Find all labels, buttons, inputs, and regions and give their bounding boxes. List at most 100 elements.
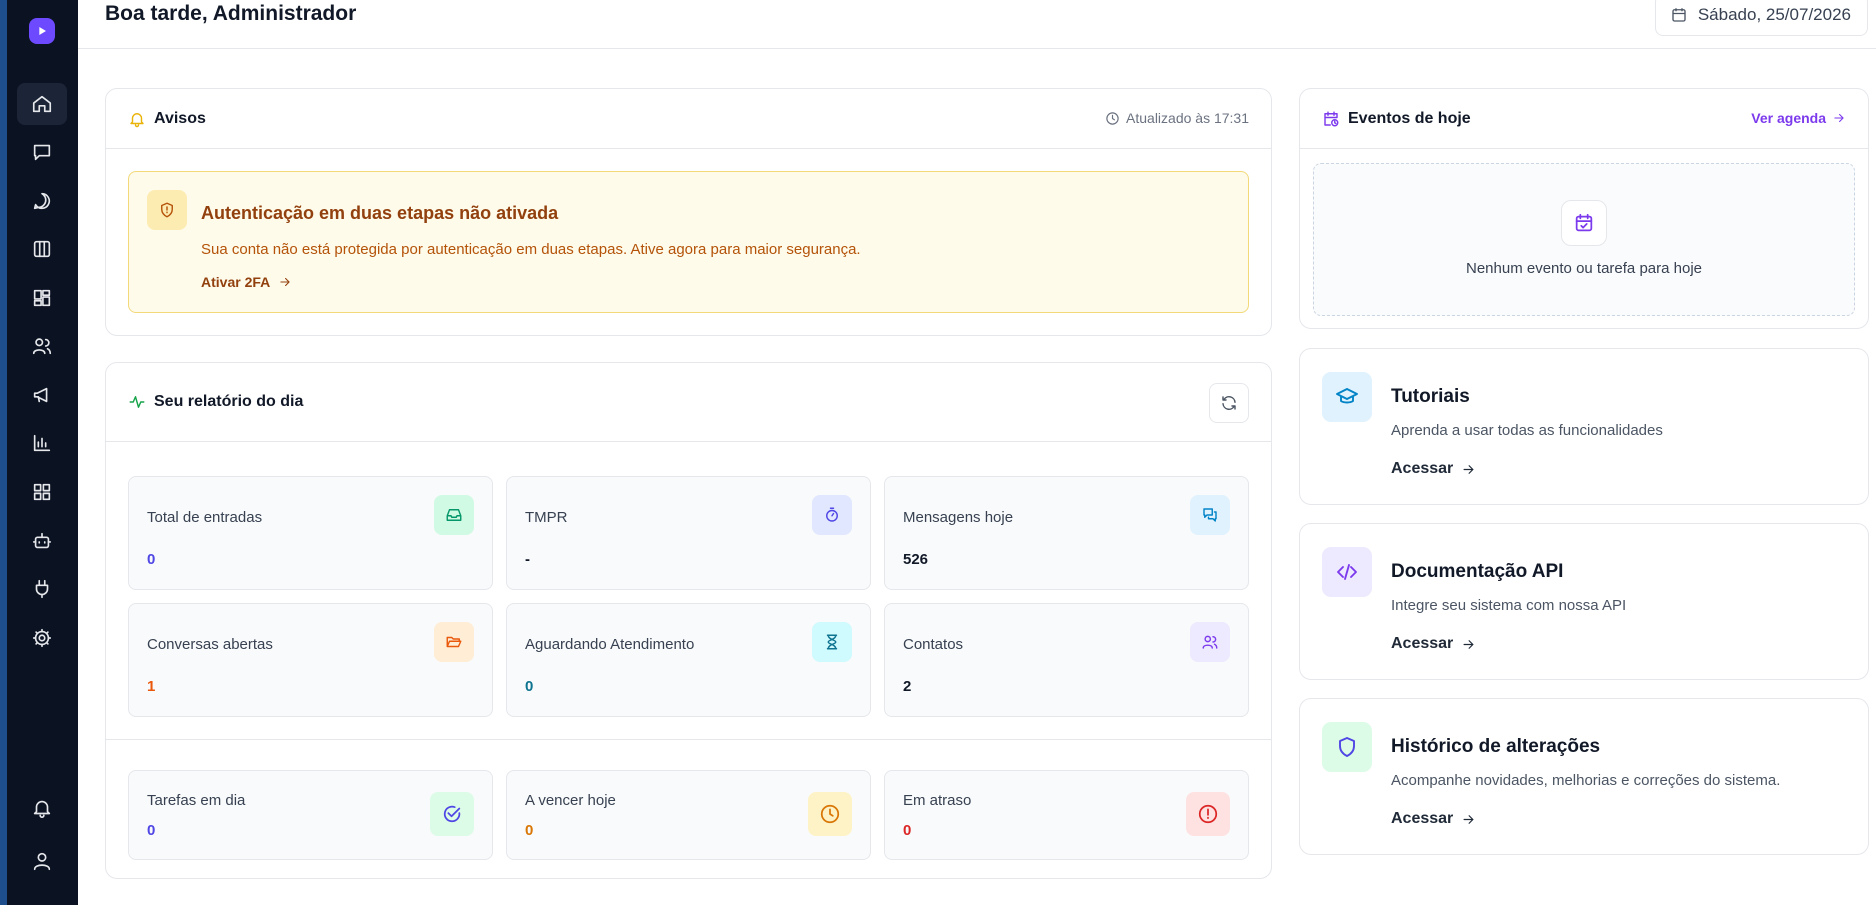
report-title: Seu relatório do dia (154, 393, 304, 410)
stat-label: Tarefas em dia (147, 792, 246, 809)
stat-label: Aguardando Atendimento (525, 636, 695, 653)
sidebar-item-contacts[interactable] (17, 325, 67, 367)
clock-icon (820, 804, 840, 824)
api-docs-title: Documentação API (1391, 561, 1564, 582)
api-docs-access-link[interactable]: Acessar (1391, 635, 1476, 653)
sidebar-item-dashboard[interactable] (17, 277, 67, 319)
stat-icon-box (812, 622, 852, 662)
users-icon (32, 338, 52, 355)
sidebar (0, 0, 78, 905)
stat-icon-box (1190, 622, 1230, 662)
shield-icon (1339, 737, 1355, 757)
shield-alert-icon (161, 202, 173, 218)
date-chip[interactable]: Sábado, 25/07/2026 (1654, 0, 1868, 36)
sidebar-item-chat[interactable] (17, 180, 67, 222)
api-docs-desc: Integre seu sistema com nossa API (1391, 597, 1627, 614)
sidebar-item-bots[interactable] (17, 520, 67, 562)
stat-overdue: Em atraso 0 (884, 770, 1249, 860)
sidebar-item-kanban[interactable] (17, 228, 67, 270)
sidebar-item-reports[interactable] (17, 422, 67, 464)
lc-icon-box (1322, 547, 1372, 597)
app-logo[interactable] (29, 18, 55, 44)
apps-grid-icon (33, 483, 51, 501)
sidebar-profile[interactable] (17, 840, 67, 882)
empty-events-text: Nenhum evento ou tarefa para hoje (1466, 260, 1702, 277)
sidebar-item-campaigns[interactable] (17, 374, 67, 416)
tutorials-card: Tutoriais Aprenda a usar todas as funcio… (1299, 348, 1869, 505)
plug-icon (35, 579, 49, 599)
stat-value: 0 (903, 822, 912, 839)
enable-2fa-label: Ativar 2FA (201, 274, 271, 290)
stat-icon-box (1190, 495, 1230, 535)
stat-label: Total de entradas (147, 509, 263, 526)
tutorials-access-link[interactable]: Acessar (1391, 460, 1476, 478)
page-title: Boa tarde, Administrador (105, 2, 357, 25)
view-agenda-link[interactable]: Ver agenda (1751, 110, 1846, 126)
chat-bubble-icon (33, 192, 51, 210)
stat-icon-box (434, 622, 474, 662)
sidebar-item-integrations[interactable] (17, 568, 67, 610)
sidebar-item-home[interactable] (17, 83, 67, 125)
access-label: Acessar (1391, 810, 1454, 827)
stat-awaiting-service: Aguardando Atendimento 0 (506, 603, 871, 717)
daily-report-card: Seu relatório do dia Total de entradas 0… (105, 362, 1272, 879)
alert-title: Autenticação em duas etapas não ativada (201, 203, 559, 223)
updated-time: Atualizado às 17:31 (1105, 110, 1249, 126)
stat-value: 0 (525, 822, 534, 839)
megaphone-icon (33, 387, 48, 403)
today-events-card: Eventos de hoje Ver agenda Nenhum evento… (1299, 88, 1869, 329)
messages-icon (1203, 508, 1217, 522)
stat-value: 0 (147, 551, 156, 568)
changelog-title: Histórico de alterações (1391, 736, 1601, 757)
bot-icon (32, 532, 52, 549)
arrow-right-icon (1463, 464, 1474, 474)
current-date: Sábado, 25/07/2026 (1697, 5, 1851, 24)
bar-chart-icon (33, 434, 51, 452)
stat-total-entries: Total de entradas 0 (128, 476, 493, 590)
view-agenda-label: Ver agenda (1751, 110, 1826, 126)
stat-value: 0 (525, 678, 534, 695)
bell-icon (130, 112, 144, 127)
logo-play-icon (39, 27, 46, 35)
stat-tasks-on-time: Tarefas em dia 0 (128, 770, 493, 860)
changelog-desc: Acompanhe novidades, melhorias e correçõ… (1391, 772, 1781, 789)
stat-label: Em atraso (903, 792, 972, 809)
stat-value: - (525, 551, 530, 568)
gear-icon (32, 628, 52, 648)
folder-open-icon (446, 636, 462, 648)
sidebar-item-inbox[interactable] (17, 131, 67, 173)
inbox-tray-icon (446, 509, 462, 521)
stat-value: 2 (903, 678, 912, 695)
dashboard-grid-icon (33, 289, 51, 307)
stat-label: TMPR (525, 509, 568, 526)
stat-icon-box (808, 792, 852, 836)
clock-icon (1106, 111, 1119, 125)
api-docs-card: Documentação API Integre seu sistema com… (1299, 523, 1869, 680)
arrow-right-icon (280, 277, 290, 287)
alert-text: Sua conta não está protegida por autenti… (201, 241, 861, 258)
tutorials-title: Tutoriais (1391, 386, 1470, 407)
graduation-cap-icon (1336, 388, 1358, 404)
arrow-right-icon (1463, 814, 1474, 824)
report-divider (106, 739, 1271, 740)
calendar-check-icon (1575, 213, 1593, 232)
stat-icon-box (1186, 792, 1230, 836)
stopwatch-icon (826, 507, 838, 522)
stat-icon-box (434, 495, 474, 535)
arrow-right-icon (1463, 639, 1474, 649)
enable-2fa-link[interactable]: Ativar 2FA (201, 274, 292, 290)
empty-icon-box (1561, 200, 1607, 246)
access-label: Acessar (1391, 460, 1454, 477)
refresh-button[interactable] (1209, 383, 1249, 423)
home-icon (32, 95, 52, 113)
stat-contacts: Contatos 2 (884, 603, 1249, 717)
sidebar-item-apps[interactable] (17, 471, 67, 513)
2fa-alert: Autenticação em duas etapas não ativada … (128, 171, 1249, 313)
sidebar-item-settings[interactable] (17, 617, 67, 659)
changelog-access-link[interactable]: Acessar (1391, 810, 1476, 828)
events-title: Eventos de hoje (1348, 109, 1471, 127)
notices-title: Avisos (154, 109, 206, 127)
stat-messages-today: Mensagens hoje 526 (884, 476, 1249, 590)
updated-label: Atualizado às 17:31 (1126, 110, 1249, 126)
sidebar-notifications[interactable] (17, 787, 67, 829)
